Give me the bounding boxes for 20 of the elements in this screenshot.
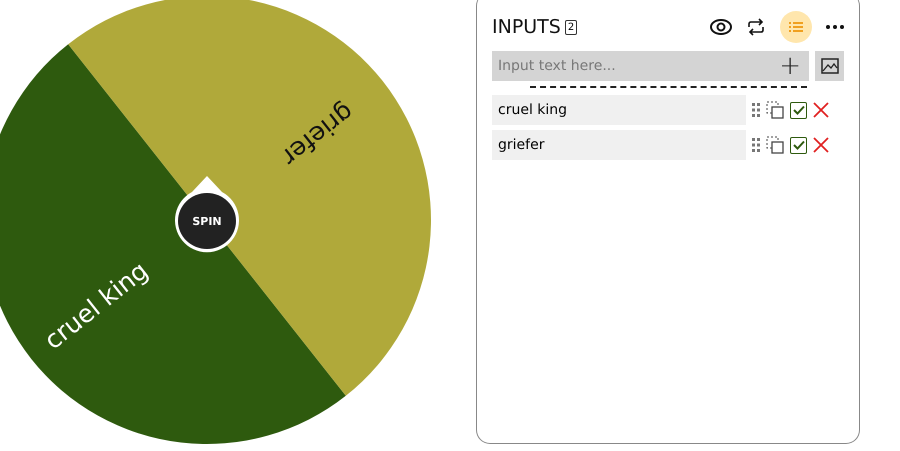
repeat-icon[interactable] [746, 18, 766, 36]
image-button[interactable] [815, 51, 844, 81]
count-badge: 2 [564, 20, 578, 34]
drag-handle-icon[interactable] [752, 103, 760, 117]
duplicate-icon[interactable] [766, 101, 784, 119]
entry-text[interactable]: cruel king [492, 95, 746, 125]
checkbox[interactable] [790, 102, 807, 118]
duplicate-icon[interactable] [766, 136, 784, 154]
panel-title: INPUTS [492, 16, 561, 38]
more-icon[interactable] [826, 25, 844, 29]
checkbox[interactable] [790, 136, 807, 154]
add-button[interactable]: + [779, 53, 802, 79]
eye-icon[interactable] [710, 19, 732, 35]
drag-handle-icon[interactable] [752, 138, 760, 152]
entry-text[interactable]: griefer [492, 130, 746, 160]
input-field[interactable]: Input text here... + [492, 51, 810, 81]
image-icon [820, 58, 839, 74]
delete-icon[interactable] [813, 102, 829, 118]
list-icon [789, 21, 803, 33]
delete-icon[interactable] [813, 137, 829, 153]
